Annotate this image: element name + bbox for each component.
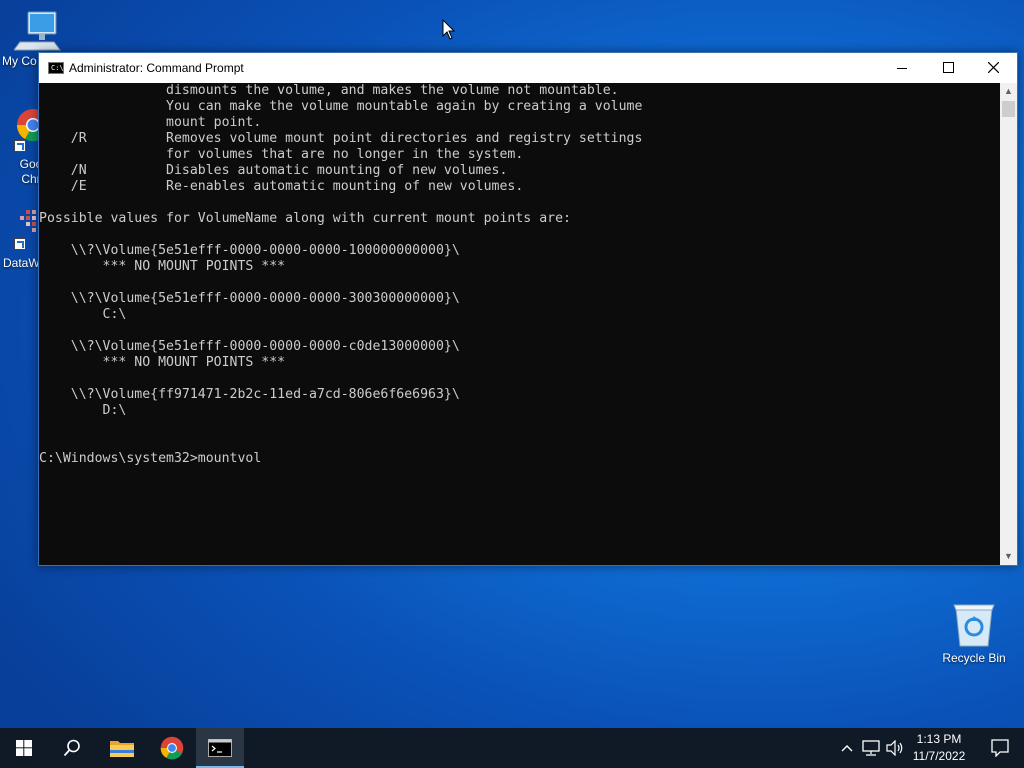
volume-button[interactable] [884,728,906,768]
show-hidden-icons-button[interactable] [838,728,856,768]
console-line: *** NO MOUNT POINTS *** [39,259,286,274]
console-line: /R Removes volume mount point directorie… [39,131,643,146]
clock-time: 1:13 PM [916,732,962,746]
shortcut-arrow-icon [14,140,26,152]
clock[interactable]: 1:13 PM 11/7/2022 [906,728,972,768]
start-button[interactable] [0,728,48,768]
command-prompt-taskbar-button[interactable] [196,728,244,768]
window-title: Administrator: Command Prompt [69,61,244,75]
console-line: D:\ [39,403,127,418]
command-prompt-icon [208,739,232,757]
console-line: You can make the volume mountable again … [39,99,643,114]
console-line: /N Disables automatic mounting of new vo… [39,163,508,178]
mouse-cursor-icon [442,19,456,40]
scroll-down-icon[interactable]: ▼ [1000,548,1017,565]
desktop-icon-label: Recycle Bin [942,651,1006,665]
close-icon [988,62,999,73]
notification-icon [991,739,1009,757]
minimize-button[interactable] [879,53,925,83]
desktop-icon-recycle-bin[interactable]: Recycle Bin [937,602,1011,666]
file-explorer-button[interactable] [98,728,146,768]
scrollbar-thumb[interactable] [1002,101,1015,117]
recycle-bin-icon [953,604,995,647]
search-button[interactable] [48,728,96,768]
scroll-up-icon[interactable]: ▲ [1000,83,1017,100]
maximize-icon [943,62,954,73]
console-line: mount point. [39,115,262,130]
console-line: \\?\Volume{5e51efff-0000-0000-0000-30030… [39,291,460,306]
command-prompt-icon-text: C:\ [51,64,64,72]
command-prompt-window[interactable]: C:\ Administrator: Command Prompt dismou… [38,52,1018,566]
network-icon [862,740,880,756]
maximize-button[interactable] [925,53,971,83]
console-line: /E Re-enables automatic mounting of new … [39,179,524,194]
console-line: \\?\Volume{ff971471-2b2c-11ed-a7cd-806e6… [39,387,460,402]
google-chrome-button[interactable] [148,728,196,768]
chevron-up-icon [841,745,853,752]
computer-icon [14,11,61,51]
chrome-icon [160,736,184,760]
minimize-icon [897,68,907,69]
network-button[interactable] [860,728,882,768]
volume-icon [886,740,903,756]
console-text: dismounts the volume, and makes the volu… [39,83,999,467]
console-line: C:\ [39,307,127,322]
console-line: C:\Windows\system32>mountvol [39,451,262,466]
taskbar: 1:13 PM 11/7/2022 [0,728,1024,768]
command-prompt-icon: C:\ [48,62,64,74]
console-line: for volumes that are no longer in the sy… [39,147,524,162]
console-output[interactable]: dismounts the volume, and makes the volu… [39,83,999,565]
clock-date: 11/7/2022 [912,749,966,763]
folder-icon [110,741,134,757]
console-line: dismounts the volume, and makes the volu… [39,83,619,98]
notifications-button[interactable] [976,728,1024,768]
shortcut-arrow-icon [14,238,26,250]
desktop-icon-label: DataW [3,256,40,270]
console-line: \\?\Volume{5e51efff-0000-0000-0000-10000… [39,243,460,258]
vertical-scrollbar[interactable]: ▲ ▼ [1000,83,1017,565]
console-line: *** NO MOUNT POINTS *** [39,355,286,370]
search-icon [63,739,80,757]
title-bar[interactable]: C:\ Administrator: Command Prompt [39,53,1017,83]
console-line: \\?\Volume{5e51efff-0000-0000-0000-c0de1… [39,339,460,354]
console-line: Possible values for VolumeName along wit… [39,211,571,226]
close-button[interactable] [971,53,1017,83]
windows-logo-icon [16,740,32,756]
